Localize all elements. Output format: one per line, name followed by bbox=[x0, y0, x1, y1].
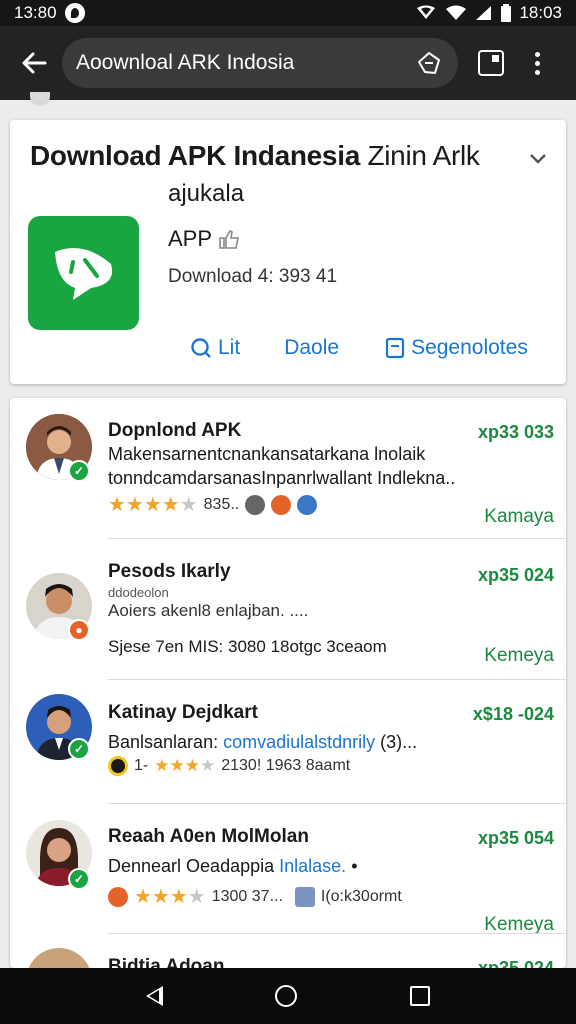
app-title-text: Download APK Indanesia bbox=[30, 140, 360, 171]
more-options-button[interactable] bbox=[524, 51, 550, 75]
item-price: xp35 054 bbox=[477, 828, 554, 848]
item-description-count: (3)... bbox=[380, 732, 418, 752]
item-rating-prefix: 1- bbox=[134, 757, 149, 774]
clock-icon bbox=[245, 494, 266, 515]
nav-back-icon[interactable] bbox=[146, 986, 164, 1006]
more-dot-icon bbox=[534, 69, 540, 75]
item-title: Pesods Ikarly bbox=[108, 561, 231, 582]
thumbs-up-icon bbox=[219, 229, 240, 249]
list-item[interactable]: ● Pesods Ikarly ddodeolon xp35 024 Aoier… bbox=[10, 539, 566, 680]
item-title: Katinay Dejdkart bbox=[108, 702, 258, 723]
item-description: Banlsanlaran: comvadiulalstdnrily (3)... bbox=[108, 732, 417, 753]
item-description-text: Banlsanlaran: bbox=[108, 732, 219, 752]
list-item[interactable]: ✓ Dopnlond APK xp33 033 Makensarnentcnan… bbox=[10, 398, 566, 539]
item-meta-text: 2130! 1963 8aamt bbox=[221, 757, 351, 774]
scroll-indicator bbox=[30, 92, 50, 106]
status-bar: 13:80 18:03 bbox=[0, 0, 576, 26]
item-price: xp33 033 bbox=[477, 422, 554, 442]
item-price: xp35 024 bbox=[477, 565, 554, 585]
segments-action-label: Segenolotes bbox=[411, 336, 528, 359]
rating-stars: ★★★★ bbox=[134, 886, 206, 908]
more-dot-icon bbox=[534, 60, 540, 66]
item-description-link[interactable]: Inlalase. bbox=[279, 856, 346, 876]
item-description: Makensarnentcnankansatarkana lnolaik bbox=[108, 444, 426, 464]
item-title: Dopnlond APK bbox=[108, 420, 242, 441]
app-title-extra: Zinin Arlk bbox=[367, 140, 480, 171]
nav-home-icon[interactable] bbox=[275, 985, 298, 1007]
coin-icon bbox=[108, 756, 128, 776]
item-price: x$18 -024 bbox=[472, 704, 554, 724]
navigation-bar bbox=[0, 968, 576, 1024]
item-subtitle: ddodeolon bbox=[108, 585, 169, 600]
more-dot-icon bbox=[534, 51, 540, 57]
download-info: Download 4: 393 41 bbox=[168, 266, 338, 287]
avatar bbox=[26, 948, 92, 968]
badge-icon bbox=[108, 886, 128, 907]
rating-stars: ★★★★ bbox=[154, 756, 216, 775]
item-action-button[interactable]: Kemeya bbox=[484, 645, 554, 667]
status-time-right: 18:03 bbox=[519, 3, 562, 22]
emoji-icon bbox=[271, 494, 292, 515]
item-title: Reaah A0en MolMolan bbox=[108, 826, 309, 847]
item-meta-text: 1300 37... bbox=[211, 887, 283, 905]
pin-icon bbox=[418, 52, 440, 74]
item-action-button[interactable]: Kamaya bbox=[484, 506, 554, 528]
item-description-2: Sjese 7en MIS: 3080 18otgc 3ceaom bbox=[108, 637, 387, 656]
list-action-button[interactable]: Lit bbox=[190, 336, 240, 360]
arrow-left-icon bbox=[22, 52, 47, 74]
pin-button[interactable] bbox=[414, 48, 444, 78]
app-notification-icon bbox=[64, 3, 85, 23]
back-button[interactable] bbox=[14, 43, 54, 83]
item-description-dot: • bbox=[351, 856, 358, 876]
item-meta: ★★★★★ 835.. bbox=[108, 492, 318, 517]
verified-badge-icon: ✓ bbox=[68, 460, 90, 482]
item-meta-text: 835.. bbox=[203, 495, 240, 513]
app-title: Download APK Indanesia Zinin Arlk bbox=[30, 140, 480, 172]
search-input[interactable]: Aoownloal ARK Indosia bbox=[62, 38, 458, 88]
item-description-2: tonndcamdarsanasInpanrlwallant Indlekna.… bbox=[108, 468, 456, 488]
wifi-icon bbox=[446, 5, 467, 20]
item-meta: 1- ★★★★ 2130! 1963 8aamt bbox=[108, 756, 350, 776]
status-time-left: 13:80 bbox=[14, 3, 57, 22]
rating-stars: ★★★★★ bbox=[108, 494, 198, 516]
item-price: xp35 024 bbox=[477, 958, 554, 968]
list-item[interactable]: ✓ Reaah A0en MolMolan xp35 054 Dennearl … bbox=[10, 804, 566, 935]
app-label-text: APP bbox=[168, 226, 213, 251]
detail-action-label: Daole bbox=[284, 336, 340, 359]
search-text: Aoownloal ARK Indosia bbox=[76, 51, 295, 74]
list-item[interactable]: ✓ Katinay Dejdkart x$18 -024 Banlsanlara… bbox=[10, 680, 566, 804]
signal-icon bbox=[417, 5, 436, 19]
item-meta: ★★★★ 1300 37... I(o:k30ormt bbox=[108, 884, 402, 909]
app-card: Download APK Indanesia Zinin Arlk ajukal… bbox=[10, 120, 566, 384]
user-icon bbox=[297, 494, 318, 515]
chevron-down-icon[interactable] bbox=[526, 146, 550, 170]
status-badge-icon: ● bbox=[68, 619, 90, 641]
app-logo[interactable] bbox=[28, 216, 139, 330]
item-description: Aoiers akenl8 enlajban. .... bbox=[108, 601, 309, 620]
cell-signal-icon bbox=[476, 6, 492, 20]
app-bar: Aoownloal ARK Indosia bbox=[0, 26, 576, 100]
results-list: ✓ Dopnlond APK xp33 033 Makensarnentcnan… bbox=[10, 398, 566, 968]
item-description: Dennearl Oeadappia Inlalase. • bbox=[108, 856, 358, 877]
verified-badge-icon: ✓ bbox=[68, 738, 90, 760]
item-title: Bidtia Adoan bbox=[108, 956, 225, 968]
app-subtitle: ajukala bbox=[168, 180, 245, 207]
battery-icon bbox=[501, 4, 512, 22]
item-description-link[interactable]: comvadiulalstdnrily bbox=[223, 732, 375, 752]
verified-badge-icon: ✓ bbox=[68, 868, 90, 890]
document-icon bbox=[385, 337, 405, 359]
detail-action-button[interactable]: Daole bbox=[284, 336, 339, 360]
list-action-label: Lit bbox=[218, 336, 241, 359]
segments-action-button[interactable]: Segenolotes bbox=[385, 336, 528, 360]
item-description-text: Dennearl Oeadappia bbox=[108, 856, 275, 876]
tabs-button[interactable] bbox=[478, 50, 504, 76]
chat-bubble-icon bbox=[54, 248, 112, 300]
search-icon bbox=[191, 338, 211, 358]
app-actions: Lit Daole Segenolotes bbox=[190, 336, 528, 360]
item-meta-text-2: I(o:k30ormt bbox=[320, 887, 402, 905]
list-item[interactable]: Bidtia Adoan xp35 024 bbox=[10, 934, 566, 968]
image-icon bbox=[294, 886, 315, 907]
nav-recents-icon[interactable] bbox=[409, 986, 430, 1006]
app-category: APP bbox=[168, 226, 240, 252]
